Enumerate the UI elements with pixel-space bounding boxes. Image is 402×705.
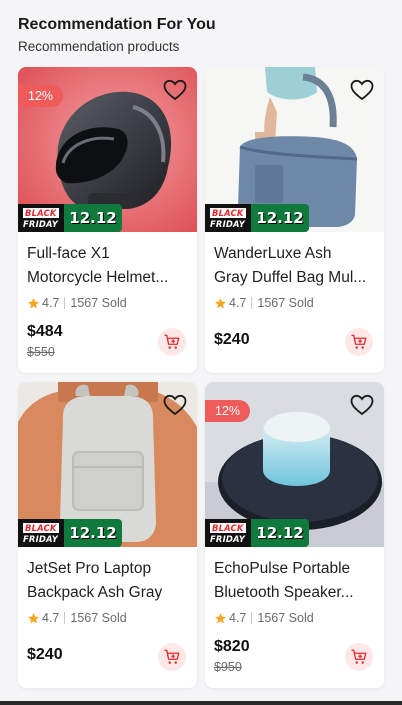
black-friday-promo: BLACK FRIDAY 12.12 [205, 519, 309, 547]
section-title: Recommendation For You [18, 16, 216, 33]
bottom-divider [0, 701, 402, 705]
heart-outline-icon[interactable] [350, 394, 374, 416]
product-name-line2: Gray Duffel Bag Mul... [214, 269, 367, 286]
product-card[interactable]: BLACK FRIDAY 12.12 WanderLuxe Ash Gray Du… [205, 67, 384, 373]
product-name-line2: Bluetooth Speaker... [214, 584, 354, 601]
product-name[interactable]: Full-face X1 Motorcycle Helmet... [27, 242, 188, 290]
promo-date: 12.12 [251, 519, 309, 547]
rating-divider [64, 297, 66, 309]
promo-date: 12.12 [64, 204, 122, 232]
promo-date: 12.12 [251, 204, 309, 232]
product-card[interactable]: 12% BLACK FRIDAY 12.12 EchoPulse Portable… [205, 382, 384, 688]
product-image[interactable]: BLACK FRIDAY 12.12 [18, 382, 197, 547]
rating-row: 4.7 1567 Sold [214, 611, 375, 625]
sold-count: 1567 Sold [257, 296, 314, 310]
sold-count: 1567 Sold [70, 611, 127, 625]
add-to-cart-button[interactable] [158, 643, 186, 671]
add-to-cart-button[interactable] [345, 643, 373, 671]
star-icon [28, 612, 39, 623]
star-icon [215, 297, 226, 308]
product-name-line1: Full-face X1 [27, 245, 110, 262]
section-subtitle: Recommendation products [18, 39, 180, 54]
promo-line2: FRIDAY [210, 534, 246, 544]
rating-value: 4.7 [42, 611, 60, 625]
heart-outline-icon[interactable] [163, 79, 187, 101]
heart-outline-icon[interactable] [350, 79, 374, 101]
discount-badge: 12% [18, 85, 63, 107]
old-price: $550 [27, 345, 55, 359]
price: $240 [214, 331, 250, 348]
add-to-cart-button[interactable] [345, 328, 373, 356]
sold-count: 1567 Sold [257, 611, 314, 625]
rating-row: 4.7 1567 Sold [214, 296, 375, 310]
rating-row: 4.7 1567 Sold [27, 296, 188, 310]
promo-line1: BLACK [210, 523, 246, 533]
product-name[interactable]: JetSet Pro Laptop Backpack Ash Gray [27, 557, 188, 605]
product-image[interactable]: BLACK FRIDAY 12.12 [205, 67, 384, 232]
product-name-line2: Motorcycle Helmet... [27, 269, 169, 286]
old-price: $950 [214, 660, 242, 674]
price: $820 [214, 638, 250, 655]
product-name[interactable]: WanderLuxe Ash Gray Duffel Bag Mul... [214, 242, 375, 290]
rating-divider [64, 612, 66, 624]
product-name-line1: WanderLuxe Ash [214, 245, 332, 262]
promo-line2: FRIDAY [23, 219, 59, 229]
sold-count: 1567 Sold [70, 296, 127, 310]
rating-divider [251, 297, 253, 309]
rating-value: 4.7 [229, 296, 247, 310]
promo-line1: BLACK [23, 208, 59, 218]
product-image[interactable]: 12% BLACK FRIDAY 12.12 [18, 67, 197, 232]
rating-row: 4.7 1567 Sold [27, 611, 188, 625]
rating-value: 4.7 [229, 611, 247, 625]
promo-line2: FRIDAY [23, 534, 59, 544]
product-name[interactable]: EchoPulse Portable Bluetooth Speaker... [214, 557, 375, 605]
price: $484 [27, 323, 63, 340]
price: $240 [27, 646, 63, 663]
black-friday-promo: BLACK FRIDAY 12.12 [205, 204, 309, 232]
black-friday-promo: BLACK FRIDAY 12.12 [18, 204, 122, 232]
product-name-line2: Backpack Ash Gray [27, 584, 163, 601]
promo-date: 12.12 [64, 519, 122, 547]
section-header: Recommendation For You Recommendation pr… [18, 16, 216, 54]
product-card[interactable]: 12% BLACK FRIDAY 12.12 Full-face X1 Motor… [18, 67, 197, 373]
promo-line1: BLACK [23, 523, 59, 533]
cart-add-icon [351, 649, 367, 664]
rating-value: 4.7 [42, 296, 60, 310]
star-icon [215, 612, 226, 623]
product-name-line1: JetSet Pro Laptop [27, 560, 152, 577]
product-image[interactable]: 12% BLACK FRIDAY 12.12 [205, 382, 384, 547]
cart-add-icon [164, 334, 180, 349]
rating-divider [251, 612, 253, 624]
star-icon [28, 297, 39, 308]
product-name-line1: EchoPulse Portable [214, 560, 351, 577]
black-friday-promo: BLACK FRIDAY 12.12 [18, 519, 122, 547]
cart-add-icon [164, 649, 180, 664]
cart-add-icon [351, 334, 367, 349]
add-to-cart-button[interactable] [158, 328, 186, 356]
promo-line1: BLACK [210, 208, 246, 218]
discount-badge: 12% [205, 400, 250, 422]
heart-outline-icon[interactable] [163, 394, 187, 416]
product-card[interactable]: BLACK FRIDAY 12.12 JetSet Pro Laptop Back… [18, 382, 197, 688]
promo-line2: FRIDAY [210, 219, 246, 229]
